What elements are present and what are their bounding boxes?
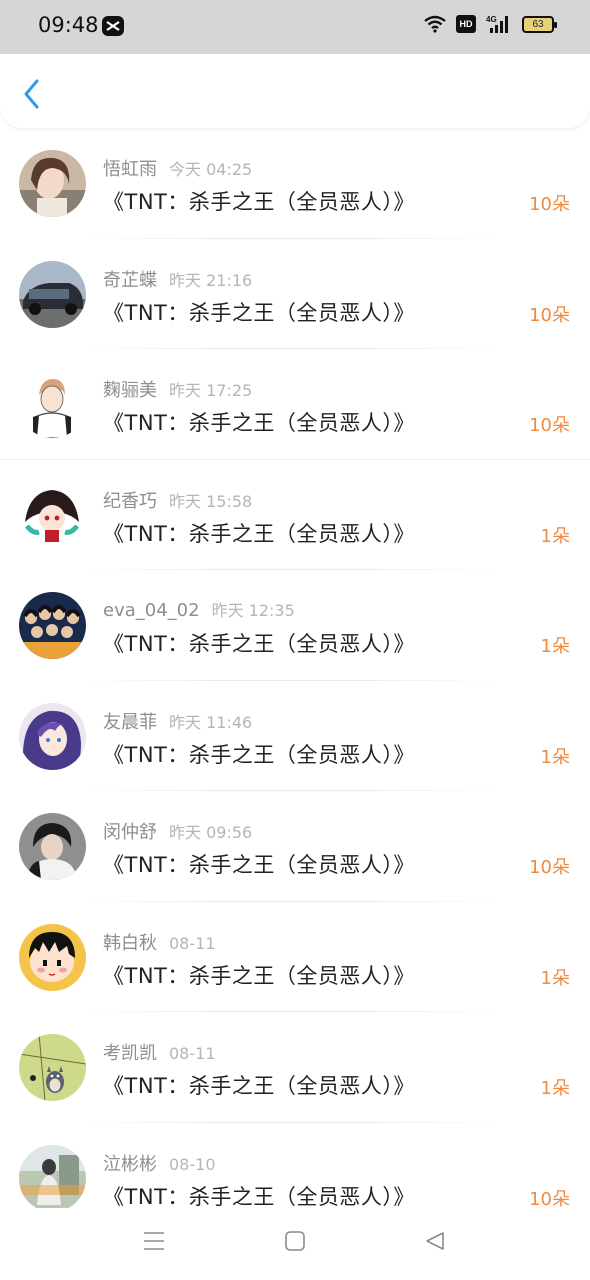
- list-item[interactable]: 考凯凯 08-11 《TNT：杀手之王（全员恶人）》 1朵: [0, 1012, 590, 1123]
- row-title: 《TNT：杀手之王（全员恶人）》: [103, 300, 415, 325]
- row-title: 《TNT：杀手之王（全员恶人）》: [103, 1074, 415, 1098]
- home-button[interactable]: [284, 1230, 306, 1256]
- user-name[interactable]: 考凯凯: [103, 1043, 157, 1064]
- home-square-icon: [285, 1231, 305, 1251]
- row-title: 《TNT：杀手之王（全员恶人）》: [103, 190, 415, 214]
- row-title: 《TNT：杀手之王（全员恶人）》: [103, 853, 415, 877]
- row-name-wrapper: 泣彬彬 08-10: [103, 1150, 216, 1176]
- avatar[interactable]: [19, 1144, 86, 1212]
- avatar[interactable]: [19, 1034, 86, 1101]
- flower-count: 1朵: [540, 1078, 570, 1099]
- hd-icon: HD: [456, 15, 476, 33]
- menu-button[interactable]: [143, 1230, 165, 1256]
- network-type: 4G: [486, 15, 497, 24]
- row-name-wrapper: 奇芷蝶 昨天 21:16: [103, 266, 252, 292]
- avatar[interactable]: [19, 371, 86, 438]
- back-button[interactable]: [16, 76, 48, 112]
- signal-icon: 4G: [486, 15, 508, 33]
- status-bar: 09:48 HD 4G 63: [0, 0, 590, 54]
- flower-count: 10朵: [529, 415, 570, 436]
- row-name-wrapper: 悟虹雨 今天 04:25: [103, 155, 252, 181]
- user-name[interactable]: 奇芷蝶: [103, 270, 157, 291]
- flower-count: 10朵: [529, 1188, 570, 1210]
- list-item[interactable]: 友晨菲 昨天 11:46 《TNT：杀手之王（全员恶人）》 1朵: [0, 681, 590, 791]
- user-name[interactable]: 闵仲舒: [103, 822, 157, 843]
- menu-icon: [144, 1232, 164, 1250]
- page-header: [0, 54, 590, 128]
- avatar[interactable]: [19, 923, 86, 991]
- list-item[interactable]: 麴骊美 昨天 17:25 《TNT：杀手之王（全员恶人）》 10朵: [0, 349, 590, 460]
- triangle-back-icon: [426, 1232, 444, 1250]
- battery-icon: 63: [522, 15, 557, 33]
- row-time: 昨天 11:46: [169, 712, 253, 732]
- back-nav-button[interactable]: [424, 1230, 446, 1256]
- list-item[interactable]: 纪香巧 昨天 15:58 《TNT：杀手之王（全员恶人）》 1朵: [0, 460, 590, 570]
- status-icons: HD 4G 63: [424, 14, 557, 34]
- list-item[interactable]: eva_04_02 昨天 12:35 《TNT：杀手之王（全员恶人）》 1朵: [0, 570, 590, 681]
- row-title: 《TNT：杀手之王（全员恶人）》: [103, 963, 415, 988]
- row-title: 《TNT：杀手之王（全员恶人）》: [103, 632, 415, 656]
- chevron-left-icon: [24, 79, 39, 109]
- row-name-wrapper: 闵仲舒 昨天 09:56: [103, 818, 252, 844]
- row-time: 昨天 21:16: [169, 270, 253, 290]
- row-time: 昨天 12:35: [211, 601, 295, 620]
- row-time: 昨天 15:58: [169, 491, 253, 511]
- flower-count: 1朵: [540, 967, 570, 989]
- list-item[interactable]: 悟虹雨 今天 04:25 《TNT：杀手之王（全员恶人）》 10朵: [0, 128, 590, 239]
- flower-count: 10朵: [529, 304, 570, 326]
- user-name[interactable]: 悟虹雨: [103, 159, 157, 180]
- row-name-wrapper: 考凯凯 08-11: [103, 1039, 216, 1065]
- row-name-wrapper: eva_04_02 昨天 12:35: [103, 597, 295, 621]
- flower-count: 10朵: [529, 857, 570, 878]
- row-time: 今天 04:25: [169, 160, 253, 179]
- user-name[interactable]: eva_04_02: [103, 600, 200, 621]
- row-title: 《TNT：杀手之王（全员恶人）》: [103, 742, 415, 767]
- user-name[interactable]: 麴骊美: [103, 380, 157, 401]
- user-name[interactable]: 泣彬彬: [103, 1154, 157, 1175]
- row-name-wrapper: 纪香巧 昨天 15:58: [103, 487, 252, 513]
- user-name[interactable]: 友晨菲: [103, 712, 157, 733]
- row-time: 08-11: [169, 933, 216, 953]
- status-time: 09:48: [38, 13, 99, 37]
- list-item[interactable]: 韩白秋 08-11 《TNT：杀手之王（全员恶人）》 1朵: [0, 902, 590, 1012]
- row-time: 08-11: [169, 1044, 216, 1063]
- user-name[interactable]: 韩白秋: [103, 933, 157, 954]
- row-name-wrapper: 麴骊美 昨天 17:25: [103, 376, 252, 402]
- row-name-wrapper: 友晨菲 昨天 11:46: [103, 708, 252, 734]
- row-title: 《TNT：杀手之王（全员恶人）》: [103, 521, 415, 546]
- flower-count: 1朵: [540, 746, 570, 768]
- list-item[interactable]: 闵仲舒 昨天 09:56 《TNT：杀手之王（全员恶人）》 10朵: [0, 791, 590, 902]
- flower-count: 10朵: [529, 194, 570, 215]
- capcut-icon: [102, 16, 124, 36]
- gift-record-list: 悟虹雨 今天 04:25 《TNT：杀手之王（全员恶人）》 10朵 奇芷蝶 昨天 2…: [0, 128, 590, 1233]
- avatar[interactable]: [19, 592, 86, 659]
- row-time: 昨天 09:56: [169, 823, 253, 842]
- row-time: 08-10: [169, 1154, 216, 1174]
- wifi-icon: [424, 15, 446, 33]
- avatar[interactable]: [19, 702, 86, 770]
- avatar[interactable]: [19, 813, 86, 880]
- row-name-wrapper: 韩白秋 08-11: [103, 929, 216, 955]
- flower-count: 1朵: [540, 525, 570, 547]
- list-item[interactable]: 奇芷蝶 昨天 21:16 《TNT：杀手之王（全员恶人）》 10朵: [0, 239, 590, 349]
- system-navigation-bar: [0, 1208, 590, 1280]
- row-title: 《TNT：杀手之王（全员恶人）》: [103, 411, 415, 435]
- user-name[interactable]: 纪香巧: [103, 491, 157, 512]
- avatar[interactable]: [19, 481, 86, 549]
- flower-count: 1朵: [540, 636, 570, 657]
- row-time: 昨天 17:25: [169, 381, 253, 400]
- avatar[interactable]: [19, 260, 86, 328]
- row-title: 《TNT：杀手之王（全员恶人）》: [103, 1184, 415, 1209]
- avatar[interactable]: [19, 150, 86, 217]
